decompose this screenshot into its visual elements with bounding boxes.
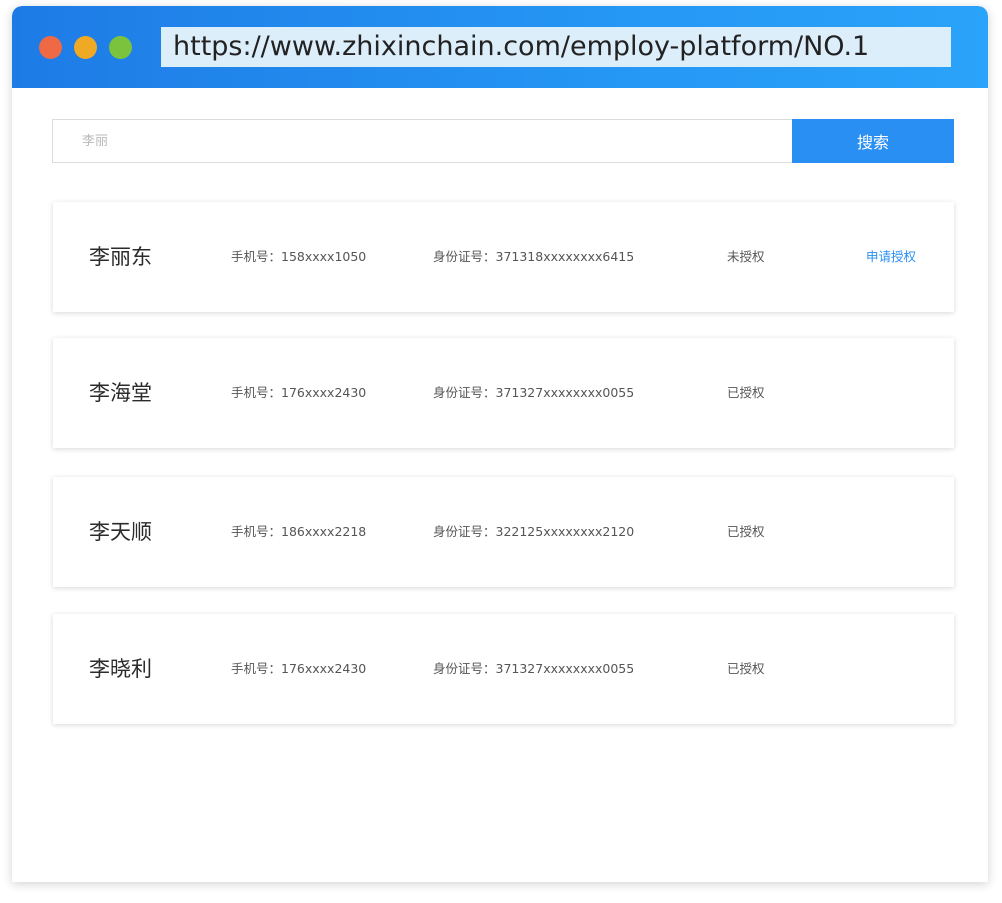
person-name: 李天顺	[89, 520, 152, 544]
address-bar[interactable]: https://www.zhixinchain.com/employ-platf…	[161, 27, 951, 67]
auth-status: 已授权	[727, 524, 765, 539]
list-item: 李丽东 手机号：158xxxx1050 身份证号：371318xxxxxxxx6…	[53, 202, 954, 312]
maximize-window-icon[interactable]	[109, 36, 132, 59]
browser-window: https://www.zhixinchain.com/employ-platf…	[12, 6, 988, 882]
id-number: 身份证号：371327xxxxxxxx0055	[433, 661, 635, 676]
minimize-window-icon[interactable]	[74, 36, 97, 59]
auth-status: 已授权	[727, 661, 765, 676]
id-number: 身份证号：371327xxxxxxxx0055	[433, 385, 635, 400]
search-input[interactable]	[52, 119, 794, 163]
list-item: 李海堂 手机号：176xxxx2430 身份证号：371327xxxxxxxx0…	[53, 338, 954, 448]
list-item: 李晓利 手机号：176xxxx2430 身份证号：371327xxxxxxxx0…	[53, 614, 954, 724]
auth-status: 已授权	[727, 385, 765, 400]
id-number: 身份证号：322125xxxxxxxx2120	[433, 524, 635, 539]
auth-status: 未授权	[727, 249, 765, 264]
browser-titlebar: https://www.zhixinchain.com/employ-platf…	[12, 6, 988, 88]
request-authorization-link[interactable]: 申请授权	[866, 202, 916, 312]
phone-number: 手机号：158xxxx1050	[231, 249, 367, 264]
phone-number: 手机号：186xxxx2218	[231, 524, 367, 539]
person-name: 李海堂	[89, 381, 152, 405]
phone-number: 手机号：176xxxx2430	[231, 661, 367, 676]
list-item: 李天顺 手机号：186xxxx2218 身份证号：322125xxxxxxxx2…	[53, 477, 954, 587]
person-name: 李丽东	[89, 245, 152, 269]
search-bar: 搜索	[52, 119, 954, 163]
id-number: 身份证号：371318xxxxxxxx6415	[433, 249, 635, 264]
person-name: 李晓利	[89, 657, 152, 681]
close-window-icon[interactable]	[39, 36, 62, 59]
phone-number: 手机号：176xxxx2430	[231, 385, 367, 400]
search-button[interactable]: 搜索	[792, 119, 954, 163]
